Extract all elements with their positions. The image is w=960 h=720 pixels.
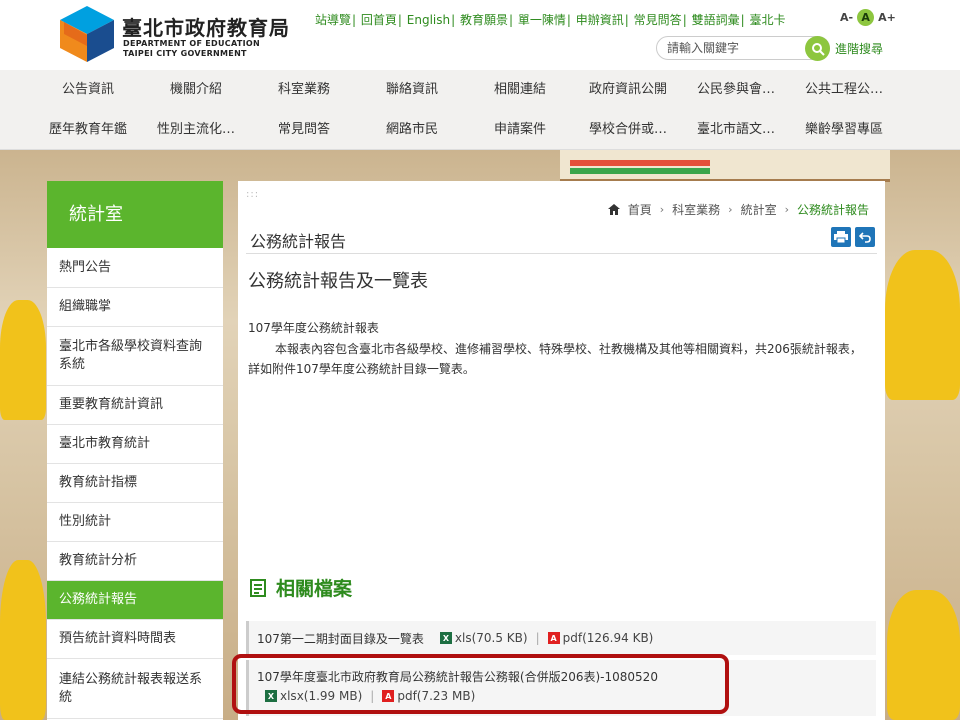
search-icon: [811, 42, 825, 56]
breadcrumb-level2[interactable]: 統計室: [741, 201, 777, 218]
nav-item[interactable]: 科室業務: [250, 70, 358, 110]
logo-icon[interactable]: [60, 6, 114, 62]
background-decor: [0, 300, 46, 420]
nav-item[interactable]: 政府資訊公開: [574, 70, 682, 110]
accesskey-dots[interactable]: :::: [246, 189, 259, 200]
file-name: 107第一二期封面目錄及一覽表: [257, 631, 424, 646]
nav-item[interactable]: 公告資訊: [34, 70, 142, 110]
font-size-controls: A- A A+: [840, 9, 896, 26]
chevron-right-icon: ›: [659, 203, 665, 216]
site-header: 臺北市政府教育局 DEPARTMENT OF EDUCATION TAIPEI …: [0, 0, 960, 70]
nav-item[interactable]: 公共工程公…: [790, 70, 898, 110]
top-link-home[interactable]: 回首頁: [361, 13, 397, 27]
chevron-right-icon: ›: [784, 203, 789, 216]
nav-row: 公告資訊 機關介紹 科室業務 聯絡資訊 相關連結 政府資訊公開 公民參與會… 公…: [0, 70, 960, 110]
sidebar: 統計室 熱門公告 組織職掌 臺北市各級學校資料查詢系統 重要教育統計資訊 臺北市…: [47, 181, 223, 720]
top-link-services[interactable]: 申辦資訊: [576, 13, 624, 27]
document-icon: [250, 578, 266, 597]
nav-item[interactable]: 公民參與會…: [682, 70, 790, 110]
advanced-search-link[interactable]: 進階搜尋: [835, 40, 883, 57]
top-link-faq[interactable]: 常見問答: [634, 13, 682, 27]
search-button[interactable]: [805, 36, 830, 61]
breadcrumb-level1[interactable]: 科室業務: [672, 201, 720, 218]
sidebar-item[interactable]: 臺北市各級學校資料查詢系統: [47, 327, 223, 386]
page-tools: [831, 227, 875, 247]
top-links: 站導覽| 回首頁| English| 教育願景| 單一陳情| 申辦資訊| 常見問…: [315, 13, 786, 27]
nav-item[interactable]: 學校合併或…: [574, 110, 682, 150]
related-files-heading: 相關檔案: [248, 574, 352, 601]
background-decor: [0, 560, 46, 720]
background-decor: [570, 160, 710, 166]
font-medium-button[interactable]: A: [857, 9, 875, 26]
sidebar-item[interactable]: 重要教育統計資訊: [47, 386, 223, 425]
sidebar-item[interactable]: 教育統計分析: [47, 542, 223, 581]
nav-item[interactable]: 樂齡學習專區: [790, 110, 898, 150]
nav-row: 歷年教育年鑑 性別主流化… 常見問答 網路市民 申請案件 學校合併或… 臺北市語…: [0, 110, 960, 150]
nav-item[interactable]: 臺北市語文…: [682, 110, 790, 150]
top-link-vision[interactable]: 教育願景: [460, 13, 508, 27]
sidebar-item[interactable]: 預告統計資料時間表: [47, 620, 223, 659]
print-button[interactable]: [831, 227, 851, 247]
highlight-annotation: [232, 654, 729, 714]
nav-item[interactable]: 機關介紹: [142, 70, 250, 110]
nav-item[interactable]: 申請案件: [466, 110, 574, 150]
back-button[interactable]: [855, 227, 875, 247]
background-decor: [570, 168, 710, 174]
pdf-icon: A: [547, 632, 560, 644]
divider: [246, 253, 877, 254]
nav-item[interactable]: 歷年教育年鑑: [34, 110, 142, 150]
sidebar-item[interactable]: 教育統計指標: [47, 464, 223, 503]
print-icon: [834, 231, 848, 243]
content-body: 本報表內容包含臺北市各級學校、進修補習學校、特殊學校、社教機構及其他等相關資料，…: [248, 342, 862, 376]
site-title-en: TAIPEI CITY GOVERNMENT: [123, 49, 247, 58]
sidebar-item[interactable]: 臺北市教育統計: [47, 425, 223, 464]
sidebar-title: 統計室: [47, 181, 223, 248]
attachment-label: xls(70.5 KB): [454, 631, 528, 645]
breadcrumb: 首頁 › 科室業務 › 統計室 › 公務統計報告: [607, 201, 869, 218]
content-title: 公務統計報告及一覽表: [248, 271, 428, 292]
top-link-glossary[interactable]: 雙語詞彙: [692, 13, 740, 27]
background-decor: [887, 590, 960, 720]
sidebar-item[interactable]: 性別統計: [47, 503, 223, 542]
font-large-button[interactable]: A+: [878, 11, 896, 24]
pdf-download-link[interactable]: A pdf(126.94 KB): [547, 631, 654, 645]
sidebar-item[interactable]: 熱門公告: [47, 248, 223, 288]
sidebar-item-active[interactable]: 公務統計報告: [47, 581, 223, 620]
content-subtitle: 107學年度公務統計報表: [248, 321, 379, 335]
home-icon: [607, 204, 620, 215]
background-shelf: [560, 150, 890, 182]
background-decor: [885, 250, 960, 400]
breadcrumb-current[interactable]: 公務統計報告: [797, 201, 869, 218]
nav-item[interactable]: 聯絡資訊: [358, 70, 466, 110]
site-title[interactable]: 臺北市政府教育局: [122, 12, 290, 41]
chevron-right-icon: ›: [728, 203, 733, 216]
related-files-label: 相關檔案: [276, 578, 353, 600]
breadcrumb-home[interactable]: 首頁: [628, 201, 652, 218]
attachment-label: pdf(126.94 KB): [562, 631, 654, 645]
nav-item[interactable]: 網路市民: [358, 110, 466, 150]
main-content: ::: 首頁 › 科室業務 › 統計室 › 公務統計報告 公務統計報告 公務統計…: [238, 181, 885, 720]
search-input[interactable]: 請輸入關鍵字: [656, 36, 830, 60]
main-nav: 公告資訊 機關介紹 科室業務 聯絡資訊 相關連結 政府資訊公開 公民參與會… 公…: [0, 70, 960, 150]
return-icon: [859, 232, 871, 243]
sidebar-item[interactable]: 連結公務統計報表報送系統: [47, 659, 223, 719]
nav-item[interactable]: 常見問答: [250, 110, 358, 150]
page-title: 公務統計報告: [250, 232, 347, 251]
top-link-taipei-card[interactable]: 臺北卡: [749, 13, 785, 27]
top-link-petition[interactable]: 單一陳情: [518, 13, 566, 27]
file-row: 107第一二期封面目錄及一覽表 X xls(70.5 KB) | A pdf(1…: [246, 621, 876, 655]
sidebar-item[interactable]: 組織職掌: [47, 288, 223, 327]
excel-icon: X: [439, 632, 452, 644]
font-small-button[interactable]: A-: [840, 11, 853, 24]
xls-download-link[interactable]: X xls(70.5 KB): [439, 631, 528, 645]
nav-item[interactable]: 性別主流化…: [142, 110, 250, 150]
site-title-en: DEPARTMENT OF EDUCATION: [123, 39, 260, 48]
nav-item[interactable]: 相關連結: [466, 70, 574, 110]
top-link-english[interactable]: English: [407, 13, 450, 27]
top-link-sitemap[interactable]: 站導覽: [315, 13, 351, 27]
